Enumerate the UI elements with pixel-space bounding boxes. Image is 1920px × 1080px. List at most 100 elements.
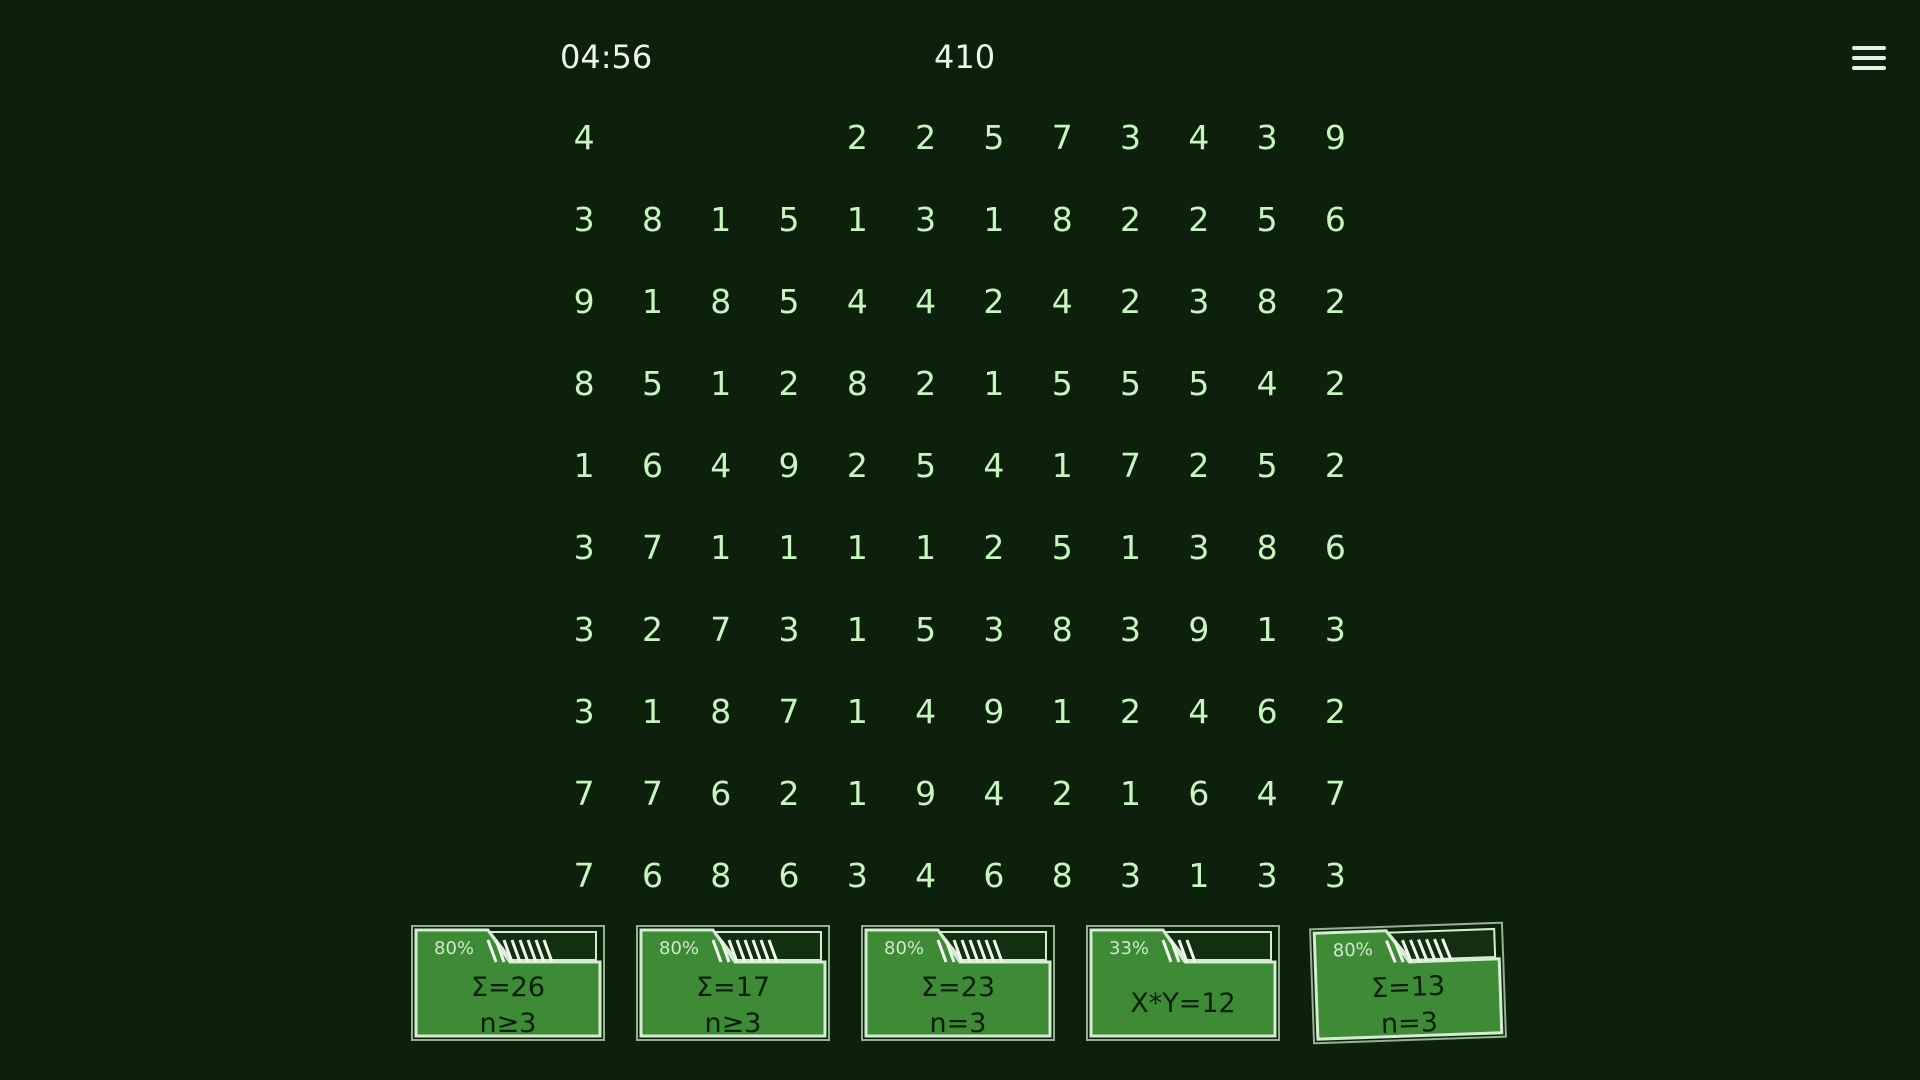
grid-cell[interactable]: 2 bbox=[1165, 424, 1233, 506]
grid-cell[interactable]: 8 bbox=[1233, 260, 1301, 342]
grid-cell[interactable]: 8 bbox=[1233, 506, 1301, 588]
grid-cell[interactable]: 1 bbox=[1165, 834, 1233, 916]
grid-cell[interactable]: 5 bbox=[1028, 506, 1096, 588]
grid-cell[interactable]: 5 bbox=[891, 588, 959, 670]
grid-cell[interactable]: 2 bbox=[823, 96, 891, 178]
grid-cell[interactable]: 9 bbox=[960, 670, 1028, 752]
grid-cell[interactable]: 7 bbox=[550, 752, 618, 834]
grid-cell[interactable]: 2 bbox=[755, 752, 823, 834]
bin-folder-4[interactable]: 33% X*Y=12 bbox=[1085, 924, 1281, 1042]
grid-cell[interactable]: 6 bbox=[960, 834, 1028, 916]
grid-cell[interactable]: 5 bbox=[960, 96, 1028, 178]
grid-cell[interactable]: 4 bbox=[1165, 96, 1233, 178]
grid-cell[interactable]: 7 bbox=[1096, 424, 1164, 506]
grid-cell[interactable]: 1 bbox=[1233, 588, 1301, 670]
grid-cell[interactable]: 8 bbox=[618, 178, 686, 260]
grid-cell[interactable]: 6 bbox=[687, 752, 755, 834]
grid-cell[interactable]: 1 bbox=[823, 588, 891, 670]
grid-cell[interactable]: 1 bbox=[687, 342, 755, 424]
grid-cell[interactable]: 3 bbox=[550, 670, 618, 752]
grid-cell[interactable]: 1 bbox=[960, 342, 1028, 424]
grid-cell[interactable]: 1 bbox=[618, 670, 686, 752]
grid-cell[interactable]: 3 bbox=[1301, 834, 1369, 916]
grid-cell[interactable]: 1 bbox=[687, 178, 755, 260]
grid-cell[interactable]: 4 bbox=[550, 96, 618, 178]
grid-cell[interactable]: 2 bbox=[1028, 752, 1096, 834]
grid-cell[interactable]: 1 bbox=[755, 506, 823, 588]
grid-cell[interactable]: 8 bbox=[1028, 588, 1096, 670]
grid-cell[interactable]: 2 bbox=[1165, 178, 1233, 260]
grid-cell[interactable]: 3 bbox=[1165, 506, 1233, 588]
grid-cell[interactable]: 9 bbox=[550, 260, 618, 342]
grid-cell[interactable]: 1 bbox=[1028, 670, 1096, 752]
grid-cell[interactable]: 3 bbox=[550, 506, 618, 588]
grid-cell[interactable]: 3 bbox=[755, 588, 823, 670]
grid-cell[interactable]: 9 bbox=[1165, 588, 1233, 670]
grid-cell[interactable]: 6 bbox=[1165, 752, 1233, 834]
grid-cell[interactable]: 9 bbox=[755, 424, 823, 506]
grid-cell[interactable]: 2 bbox=[1096, 670, 1164, 752]
grid-cell[interactable] bbox=[755, 96, 823, 178]
grid-cell[interactable]: 8 bbox=[550, 342, 618, 424]
grid-cell[interactable]: 2 bbox=[891, 342, 959, 424]
grid-cell[interactable]: 7 bbox=[550, 834, 618, 916]
grid-cell[interactable]: 1 bbox=[550, 424, 618, 506]
hamburger-menu-icon[interactable] bbox=[1852, 46, 1886, 74]
grid-cell[interactable]: 8 bbox=[687, 834, 755, 916]
grid-cell[interactable]: 7 bbox=[618, 506, 686, 588]
grid-cell[interactable]: 4 bbox=[1233, 342, 1301, 424]
grid-cell[interactable]: 4 bbox=[891, 670, 959, 752]
grid-cell[interactable]: 1 bbox=[618, 260, 686, 342]
grid-cell[interactable]: 9 bbox=[1301, 96, 1369, 178]
grid-cell[interactable]: 4 bbox=[687, 424, 755, 506]
grid-cell[interactable]: 2 bbox=[960, 506, 1028, 588]
grid-cell[interactable]: 1 bbox=[1028, 424, 1096, 506]
grid-cell[interactable]: 1 bbox=[687, 506, 755, 588]
grid-cell[interactable]: 6 bbox=[755, 834, 823, 916]
grid-cell[interactable]: 6 bbox=[618, 424, 686, 506]
grid-cell[interactable]: 8 bbox=[1028, 178, 1096, 260]
grid-cell[interactable]: 2 bbox=[823, 424, 891, 506]
grid-cell[interactable] bbox=[687, 96, 755, 178]
bin-folder-3[interactable]: 80% Σ=23 n=3 bbox=[860, 924, 1056, 1042]
grid-cell[interactable]: 5 bbox=[1233, 178, 1301, 260]
grid-cell[interactable]: 2 bbox=[618, 588, 686, 670]
grid-cell[interactable]: 1 bbox=[1096, 506, 1164, 588]
grid-cell[interactable]: 5 bbox=[891, 424, 959, 506]
grid-cell[interactable]: 3 bbox=[1096, 588, 1164, 670]
grid-cell[interactable]: 5 bbox=[618, 342, 686, 424]
grid-cell[interactable]: 8 bbox=[687, 670, 755, 752]
grid-cell[interactable]: 1 bbox=[823, 670, 891, 752]
grid-cell[interactable]: 4 bbox=[891, 834, 959, 916]
grid-cell[interactable]: 2 bbox=[891, 96, 959, 178]
grid-cell[interactable]: 7 bbox=[755, 670, 823, 752]
number-grid[interactable]: 4225734393815131822569185442423828512821… bbox=[550, 96, 1370, 916]
grid-cell[interactable]: 4 bbox=[960, 424, 1028, 506]
grid-cell[interactable]: 6 bbox=[618, 834, 686, 916]
grid-cell[interactable]: 3 bbox=[823, 834, 891, 916]
grid-cell[interactable]: 7 bbox=[687, 588, 755, 670]
grid-cell[interactable]: 6 bbox=[1233, 670, 1301, 752]
grid-cell[interactable]: 5 bbox=[755, 178, 823, 260]
grid-cell[interactable]: 3 bbox=[1301, 588, 1369, 670]
grid-cell[interactable]: 6 bbox=[1301, 178, 1369, 260]
grid-cell[interactable]: 1 bbox=[891, 506, 959, 588]
grid-cell[interactable]: 8 bbox=[687, 260, 755, 342]
grid-cell[interactable]: 2 bbox=[1096, 260, 1164, 342]
grid-cell[interactable]: 4 bbox=[891, 260, 959, 342]
grid-cell[interactable]: 7 bbox=[1301, 752, 1369, 834]
grid-cell[interactable]: 3 bbox=[1233, 96, 1301, 178]
grid-cell[interactable]: 5 bbox=[755, 260, 823, 342]
grid-cell[interactable]: 2 bbox=[1301, 424, 1369, 506]
grid-cell[interactable]: 3 bbox=[891, 178, 959, 260]
bin-folder-1[interactable]: 80% Σ=26 n≥3 bbox=[410, 924, 606, 1042]
grid-cell[interactable]: 2 bbox=[1301, 260, 1369, 342]
grid-cell[interactable]: 7 bbox=[618, 752, 686, 834]
grid-cell[interactable]: 2 bbox=[1301, 342, 1369, 424]
grid-cell[interactable]: 4 bbox=[823, 260, 891, 342]
bin-folder-5[interactable]: 80% Σ=13 n=3 bbox=[1308, 921, 1508, 1046]
grid-cell[interactable]: 4 bbox=[1165, 670, 1233, 752]
grid-cell[interactable]: 4 bbox=[1233, 752, 1301, 834]
grid-cell[interactable]: 2 bbox=[1301, 670, 1369, 752]
grid-cell[interactable]: 4 bbox=[960, 752, 1028, 834]
